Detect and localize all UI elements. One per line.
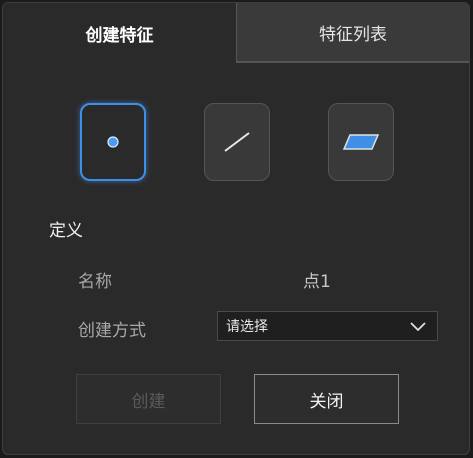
tab-feature-list-label: 特征列表 — [319, 24, 387, 45]
method-label: 创建方式 — [78, 321, 146, 341]
method-select[interactable]: 请选择 — [217, 311, 438, 341]
line-icon — [224, 132, 250, 152]
close-button-label: 关闭 — [309, 391, 344, 412]
plane-type-button[interactable] — [328, 103, 394, 181]
name-label: 名称 — [78, 272, 112, 292]
point-type-button[interactable] — [80, 103, 146, 181]
name-value: 点1 — [303, 272, 331, 292]
tab-create-feature-label: 创建特征 — [85, 25, 154, 46]
close-button[interactable]: 关闭 — [254, 374, 399, 424]
create-button[interactable]: 创建 — [76, 374, 221, 424]
tab-feature-list[interactable]: 特征列表 — [236, 3, 469, 63]
create-feature-dialog: 创建特征 特征列表 定义 名称 点1 创建方式 请选择 创建 关闭 — [2, 2, 470, 455]
definition-title: 定义 — [49, 221, 83, 241]
create-button-label: 创建 — [131, 391, 166, 412]
chevron-down-icon — [410, 322, 426, 332]
method-select-value: 请选择 — [226, 319, 268, 335]
tab-bar: 创建特征 特征列表 — [3, 3, 469, 63]
point-icon — [107, 136, 119, 148]
line-type-button[interactable] — [204, 103, 270, 181]
tab-create-feature[interactable]: 创建特征 — [3, 3, 236, 63]
plane-icon — [342, 134, 380, 150]
